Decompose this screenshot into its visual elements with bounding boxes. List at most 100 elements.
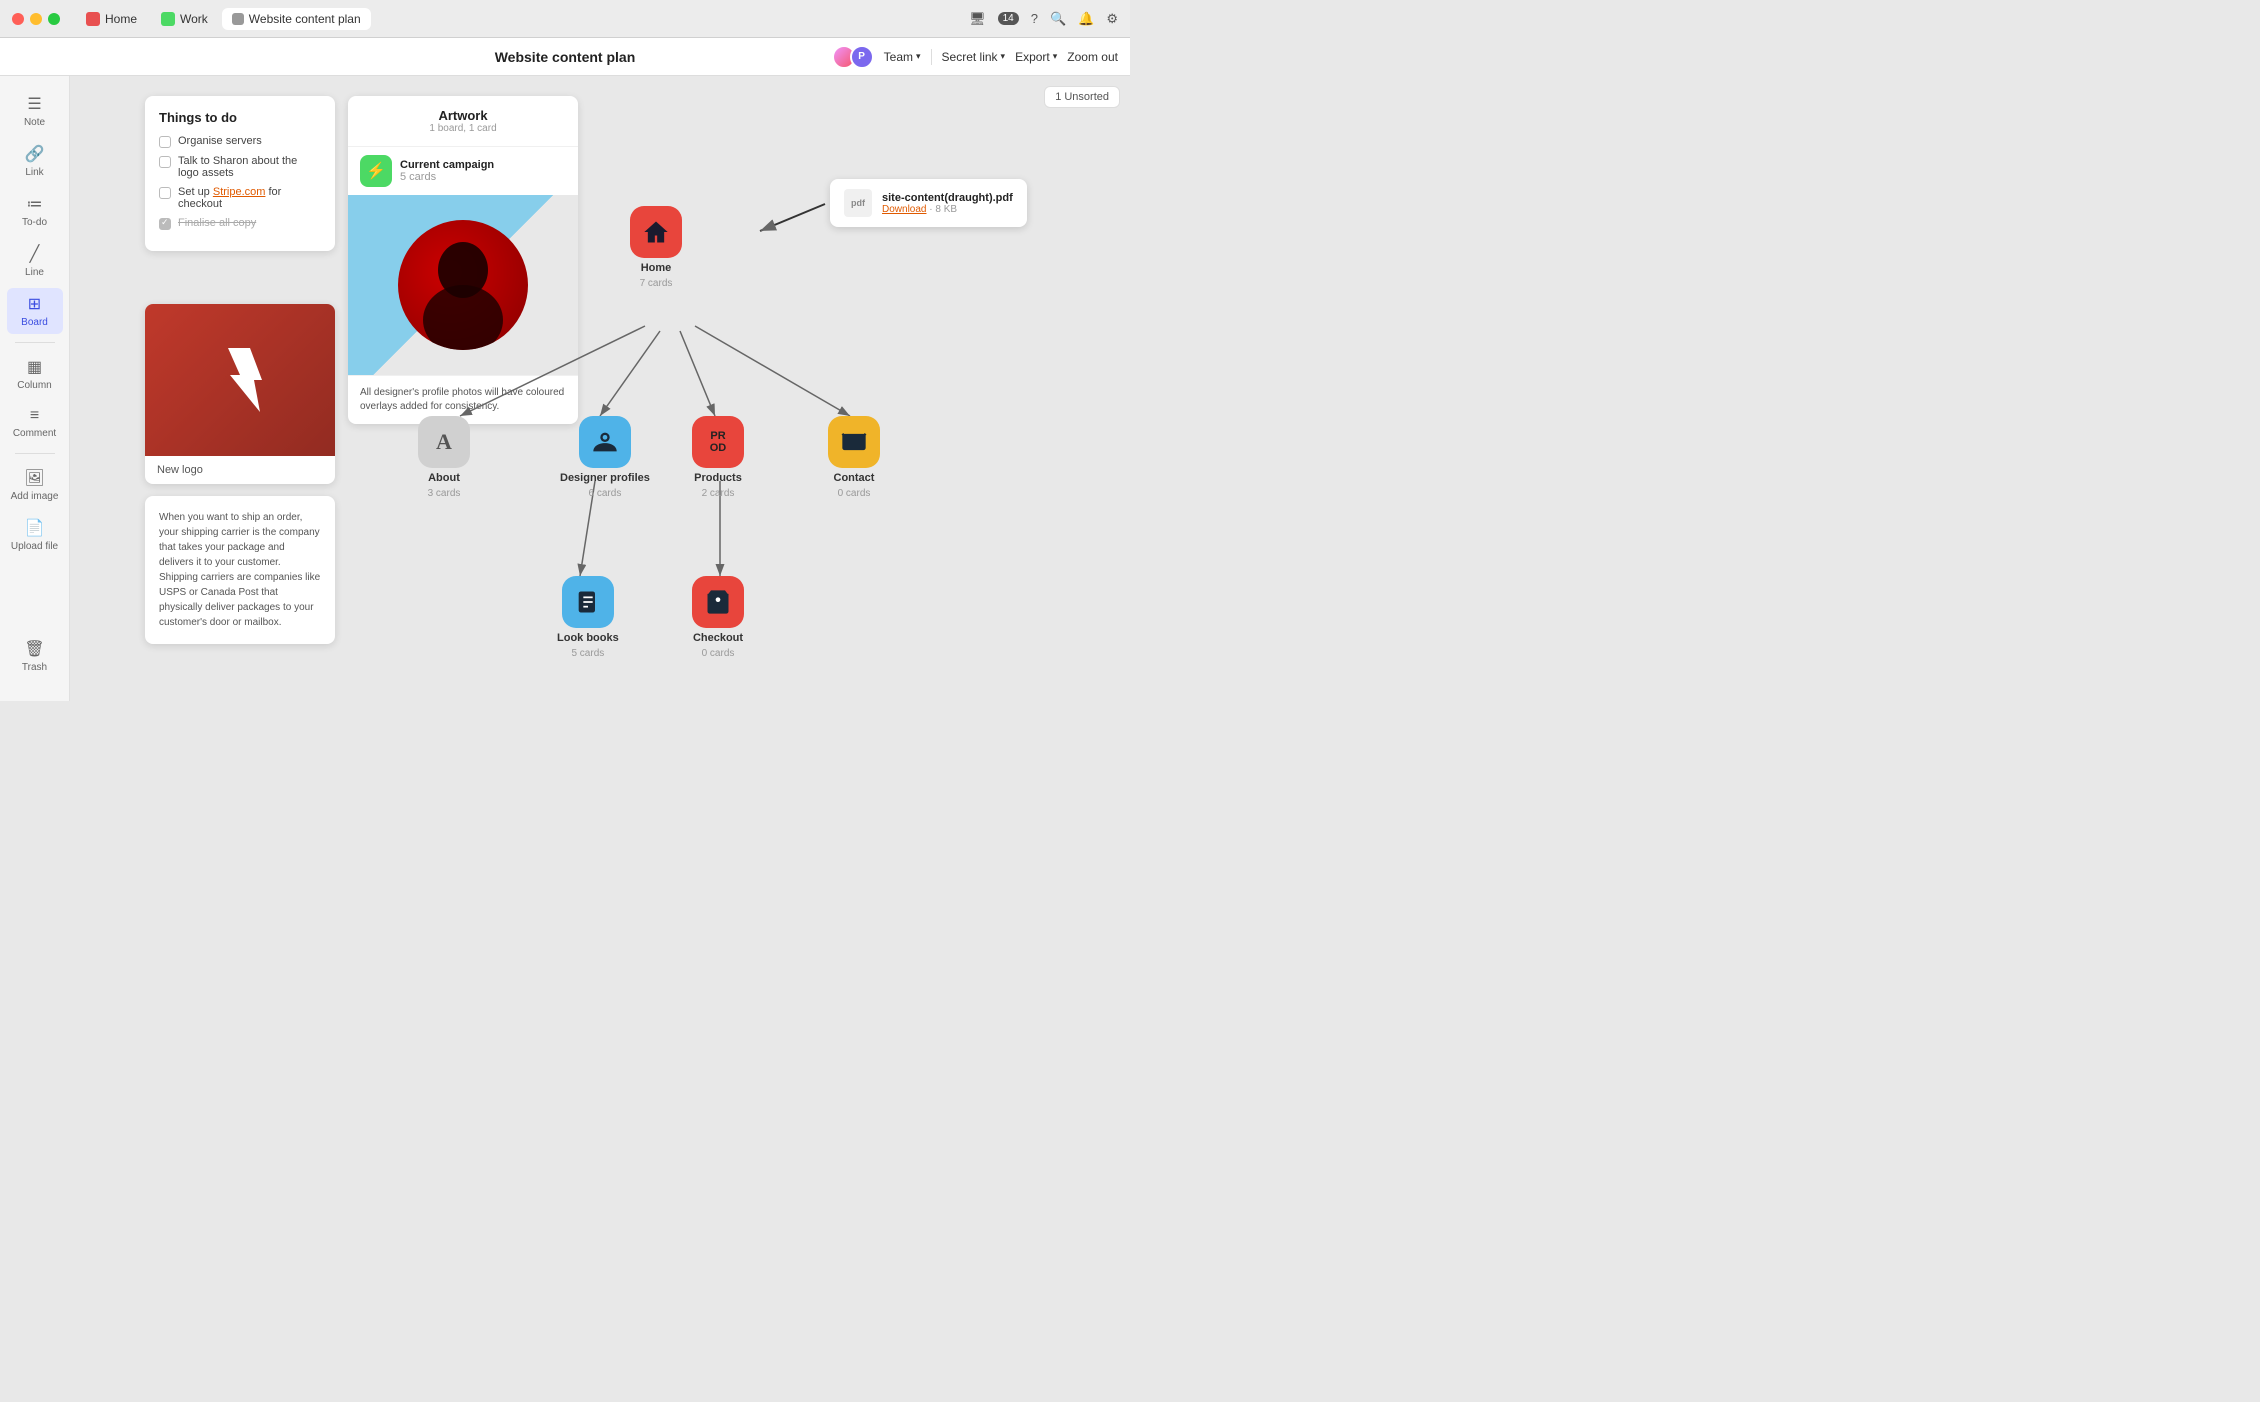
pdf-name: site-content(draught).pdf [882,192,1013,204]
team-label: Team [884,50,913,64]
about-node-count: 3 cards [428,488,461,499]
pdf-download-link[interactable]: Download [882,204,926,215]
artwork-image-inner [348,195,578,375]
sidebar-item-trash[interactable]: 🗑 Trash [7,633,63,679]
sidebar-addimage-label: Add image [11,491,59,502]
close-button[interactable] [12,13,24,25]
logo-card[interactable]: New logo [145,304,335,484]
help-icon[interactable]: ? [1031,11,1038,26]
sidebar-item-note[interactable]: ☰ Note [7,88,63,134]
sidebar-trash-label: Trash [22,662,47,673]
sidebar-item-todo[interactable]: ≔ To-do [7,188,63,234]
sidebar-item-add-image[interactable]: 🖼 Add image [7,462,63,508]
text-note-content: When you want to ship an order, your shi… [159,512,320,628]
traffic-lights [12,13,60,25]
campaign-name: Current campaign [400,159,494,171]
page-title: Website content plan [495,49,636,65]
node-designer-profiles[interactable]: Designer profiles 6 cards [560,416,650,499]
pdf-card[interactable]: pdf site-content(draught).pdf Download ·… [830,179,1027,227]
sidebar-todo-label: To-do [22,217,47,228]
campaign-icon: ⚡ [360,155,392,187]
fullscreen-button[interactable] [48,13,60,25]
unsorted-badge[interactable]: 1 Unsorted [1044,86,1120,108]
sidebar-item-board[interactable]: ⊞ Board [7,288,63,334]
canvas[interactable]: 1 Unsorted Things to do Organise servers… [70,76,1130,701]
todo-text-4: Finalise all copy [178,217,256,229]
link-icon: 🔗 [25,144,45,164]
sidebar-item-upload[interactable]: 📄 Upload file [7,512,63,558]
pdf-icon: pdf [844,189,872,217]
artwork-subtitle: 1 board, 1 card [360,123,566,134]
node-products[interactable]: PROD Products 2 cards [692,416,744,499]
tab-website-content-plan[interactable]: Website content plan [222,8,371,30]
node-about[interactable]: A About 3 cards [418,416,470,499]
node-checkout[interactable]: Checkout 0 cards [692,576,744,659]
checkout-node-icon [692,576,744,628]
titlebar-actions: 🖥 14 ? 🔍 🔔 ⚙ [969,11,1118,27]
todo-text-3: Set up Stripe.com for checkout [178,186,321,210]
sidebar-item-comment[interactable]: ≡ Comment [7,401,63,445]
home-node-count: 7 cards [640,278,673,289]
minimize-button[interactable] [30,13,42,25]
text-note-card[interactable]: When you want to ship an order, your shi… [145,496,335,644]
artwork-header: Artwork 1 board, 1 card [348,96,578,146]
tab-bar: Home Work Website content plan [76,8,371,30]
sidebar-item-line[interactable]: ╱ Line [7,238,63,284]
home-tab-icon [86,12,100,26]
sidebar-item-column[interactable]: ▦ Column [7,351,63,397]
sidebar-link-label: Link [25,167,43,178]
add-image-icon: 🖼 [24,468,44,488]
zoom-button[interactable]: Zoom out [1067,50,1118,64]
sidebar-comment-label: Comment [13,428,56,439]
tab-work[interactable]: Work [151,8,218,30]
checkbox-1[interactable] [159,136,171,148]
search-icon[interactable]: 🔍 [1050,11,1066,27]
todo-text-2: Talk to Sharon about the logo assets [178,155,321,179]
stripe-link[interactable]: Stripe.com [213,186,266,198]
artwork-campaign[interactable]: ⚡ Current campaign 5 cards [348,146,578,195]
sidebar: ☰ Note 🔗 Link ≔ To-do ╱ Line ⊞ Board ▦ C… [0,76,70,701]
designer-node-label: Designer profiles [560,472,650,484]
prod-text: PROD [710,430,727,454]
todo-item-1: Organise servers [159,135,321,148]
sidebar-line-label: Line [25,267,44,278]
logo-svg [200,340,280,420]
checkbox-2[interactable] [159,156,171,168]
trash-icon: 🗑 [24,639,44,659]
team-dropdown[interactable]: Team ▾ [884,50,921,64]
work-tab-icon [161,12,175,26]
unsorted-label: 1 Unsorted [1055,91,1109,103]
node-look-books[interactable]: Look books 5 cards [557,576,619,659]
monitor-icon[interactable]: 🖥 [969,11,986,27]
checkbox-3[interactable] [159,187,171,199]
profile-circle [398,220,528,350]
settings-icon[interactable]: ⚙ [1106,11,1118,27]
secret-link-dropdown[interactable]: Secret link ▾ [942,50,1006,64]
about-node-icon: A [418,416,470,468]
campaign-count: 5 cards [400,171,494,183]
checkout-node-label: Checkout [693,632,743,644]
artwork-title: Artwork [360,108,566,123]
sidebar-divider-1 [15,342,55,343]
checkbox-4[interactable] [159,218,171,230]
export-dropdown[interactable]: Export ▾ [1015,50,1057,64]
node-contact[interactable]: Contact 0 cards [828,416,880,499]
pdf-size: 8 KB [935,204,957,215]
tab-home[interactable]: Home [76,8,147,30]
todo-item-3: Set up Stripe.com for checkout [159,186,321,210]
tab-home-label: Home [105,12,137,26]
sidebar-note-label: Note [24,117,45,128]
designer-node-icon [579,416,631,468]
bell-icon[interactable]: 🔔 [1078,11,1094,27]
sidebar-item-link[interactable]: 🔗 Link [7,138,63,184]
home-node-icon [630,206,682,258]
comment-icon: ≡ [30,407,39,425]
node-home[interactable]: Home 7 cards [630,206,682,289]
titlebar: Home Work Website content plan 🖥 14 ? 🔍 … [0,0,1130,38]
artwork-card[interactable]: Artwork 1 board, 1 card ⚡ Current campai… [348,96,578,424]
lookbooks-node-icon [562,576,614,628]
todo-card[interactable]: Things to do Organise servers Talk to Sh… [145,96,335,251]
products-node-icon: PROD [692,416,744,468]
column-icon: ▦ [27,357,42,377]
secret-link-label: Secret link [942,50,998,64]
